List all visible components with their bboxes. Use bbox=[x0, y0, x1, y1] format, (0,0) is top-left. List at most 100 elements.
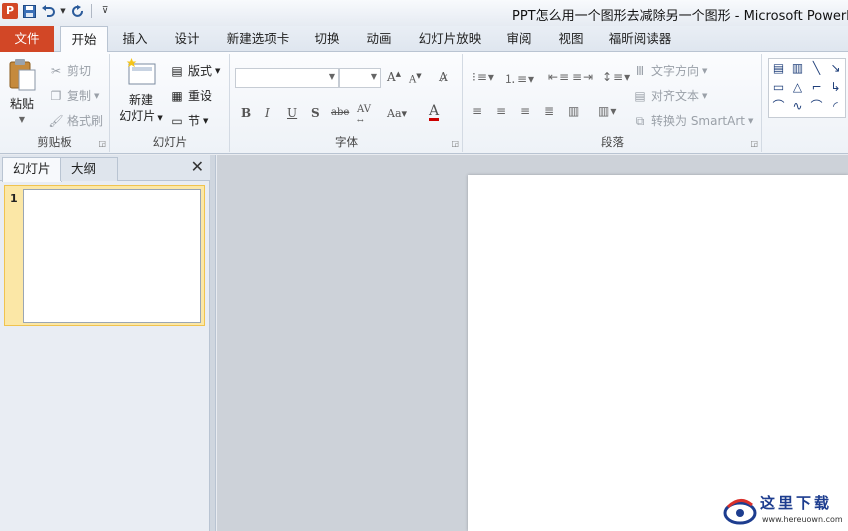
tab-animations[interactable]: 动画 bbox=[358, 26, 400, 52]
tab-review[interactable]: 审阅 bbox=[498, 26, 540, 52]
arc-shape-icon[interactable]: ◜ bbox=[826, 97, 845, 116]
font-size-combo[interactable]: ▼ bbox=[339, 68, 381, 88]
vertical-textbox-shape-icon[interactable]: ▥ bbox=[788, 59, 807, 78]
triangle-shape-icon[interactable]: △ bbox=[788, 78, 807, 97]
paste-button[interactable]: 粘贴 ▼ bbox=[4, 58, 40, 128]
strikethrough-icon[interactable]: abe bbox=[331, 107, 349, 118]
paragraph-launcher-icon[interactable]: ◲ bbox=[750, 139, 758, 148]
clipboard-group: 粘贴 ▼ ✂ 剪切 ❐ 复制 ▼ 🖌 格式刷 剪贴板 ◲ bbox=[0, 54, 110, 152]
paste-icon bbox=[9, 59, 36, 91]
bold-icon[interactable]: B bbox=[241, 106, 251, 120]
change-case-icon[interactable]: Aa▾ bbox=[387, 107, 407, 120]
text-direction-button[interactable]: Ⅲ 文字方向 ▼ bbox=[632, 62, 708, 79]
slide-canvas[interactable] bbox=[468, 175, 848, 531]
layout-label: 版式 bbox=[188, 64, 213, 78]
smartart-icon: ⧉ bbox=[635, 113, 645, 128]
justify-icon[interactable]: ≣ bbox=[544, 104, 555, 118]
line-spacing-icon[interactable]: ↕≡▾ bbox=[602, 70, 631, 84]
tab-home[interactable]: 开始 bbox=[60, 26, 108, 53]
tab-foxit-reader[interactable]: 福昕阅读器 bbox=[604, 26, 676, 52]
numbering-icon[interactable]: ⒈≡▾ bbox=[504, 70, 535, 87]
customize-qat-icon[interactable]: ⊽ bbox=[97, 3, 113, 19]
increase-indent-icon[interactable]: ≡⇥ bbox=[572, 70, 594, 84]
shrink-font-icon[interactable]: A▼ bbox=[409, 72, 422, 85]
freeform-shape-icon[interactable]: ⌒ bbox=[769, 97, 788, 116]
shapes-gallery[interactable]: ▤ ▥ ╲ ↘ ▭ △ ⌐ ↳ ⌒ ∿ ⌒ ◜ bbox=[768, 58, 846, 118]
bullets-icon[interactable]: ⁝≡▾ bbox=[472, 70, 495, 84]
align-right-icon[interactable]: ≡ bbox=[520, 104, 531, 118]
font-launcher-icon[interactable]: ◲ bbox=[451, 139, 459, 148]
panel-tabs: 幻灯片 大纲 ✕ bbox=[0, 155, 210, 182]
format-painter-label: 格式刷 bbox=[67, 114, 104, 128]
slide-thumbnail-selected[interactable]: 1 bbox=[4, 185, 205, 326]
font-group-label: 字体 bbox=[335, 135, 358, 149]
copy-label: 复制 bbox=[67, 89, 92, 103]
layout-button[interactable]: ▤ 版式 ▼ bbox=[169, 62, 220, 79]
tab-slides[interactable]: 幻灯片 bbox=[2, 157, 62, 182]
tab-insert[interactable]: 插入 bbox=[114, 26, 156, 52]
columns-icon[interactable]: ▥▾ bbox=[598, 104, 617, 118]
slide-thumbnail[interactable] bbox=[23, 189, 201, 323]
tab-slideshow[interactable]: 幻灯片放映 bbox=[414, 26, 486, 52]
tab-file[interactable]: 文件 bbox=[0, 26, 54, 52]
tab-view[interactable]: 视图 bbox=[550, 26, 592, 52]
redo-icon[interactable] bbox=[70, 3, 86, 19]
clear-formatting-icon[interactable]: A̷ bbox=[439, 70, 448, 84]
curve-shape-icon[interactable]: ⌒ bbox=[807, 97, 826, 116]
save-icon[interactable] bbox=[21, 3, 37, 19]
format-painter-button[interactable]: 🖌 格式刷 bbox=[48, 112, 103, 129]
italic-icon[interactable]: I bbox=[265, 106, 270, 120]
tab-new-tab[interactable]: 新建选项卡 bbox=[222, 26, 294, 52]
align-text-label: 对齐文本 bbox=[651, 89, 700, 103]
new-slide-label-1: 新建 bbox=[128, 93, 153, 107]
reset-button[interactable]: ▦ 重设 bbox=[169, 87, 212, 104]
cut-button[interactable]: ✂ 剪切 bbox=[48, 62, 91, 79]
slides-group: 新建 幻灯片 ▼ ▤ 版式 ▼ ▦ 重设 ▭ 节 ▼ 幻灯片 bbox=[111, 54, 230, 152]
decrease-indent-icon[interactable]: ⇤≡ bbox=[548, 70, 570, 84]
character-spacing-icon[interactable]: AV ↔ bbox=[357, 104, 371, 126]
font-name-combo[interactable]: ▼ bbox=[235, 68, 339, 88]
reset-icon: ▦ bbox=[171, 88, 183, 103]
new-slide-button[interactable]: 新建 幻灯片 ▼ bbox=[115, 58, 167, 126]
align-text-button[interactable]: ▤ 对齐文本 ▼ bbox=[632, 87, 707, 104]
scribble-shape-icon[interactable]: ∿ bbox=[788, 97, 807, 116]
underline-icon[interactable]: U bbox=[287, 106, 297, 120]
elbow-connector-icon[interactable]: ⌐ bbox=[807, 78, 826, 97]
elbow-arrow-icon[interactable]: ↳ bbox=[826, 78, 845, 97]
undo-dropdown-icon[interactable]: ▼ bbox=[59, 3, 67, 19]
powerpoint-app-icon[interactable]: P bbox=[2, 3, 18, 19]
panel-splitter[interactable] bbox=[210, 155, 216, 531]
cut-label: 剪切 bbox=[67, 64, 92, 78]
line-shape-icon[interactable]: ╲ bbox=[807, 59, 826, 78]
copy-button[interactable]: ❐ 复制 ▼ bbox=[48, 87, 100, 104]
title-bar: P ▼ ⊽ PPT怎么用一个图形去减除另一个图形 - Microsoft Pow… bbox=[0, 0, 848, 26]
align-center-icon[interactable]: ≡ bbox=[496, 104, 507, 118]
rectangle-shape-icon[interactable]: ▭ bbox=[769, 78, 788, 97]
close-icon[interactable]: ✕ bbox=[191, 157, 204, 176]
tab-outline[interactable]: 大纲 bbox=[60, 157, 118, 181]
distributed-icon[interactable]: ▥ bbox=[568, 104, 580, 118]
text-direction-label: 文字方向 bbox=[651, 64, 700, 78]
shadow-icon[interactable]: S bbox=[311, 106, 320, 120]
slides-group-label: 幻灯片 bbox=[152, 135, 188, 149]
new-slide-label-2: 幻灯片 bbox=[119, 109, 156, 123]
tab-transitions[interactable]: 切换 bbox=[306, 26, 348, 52]
font-color-icon[interactable]: A bbox=[429, 104, 440, 121]
slides-panel: 幻灯片 大纲 ✕ 1 bbox=[0, 155, 210, 531]
font-size-dropdown-icon: ▼ bbox=[370, 72, 377, 81]
grow-font-icon[interactable]: A▲ bbox=[387, 70, 401, 84]
clipboard-launcher-icon[interactable]: ◲ bbox=[98, 139, 106, 148]
convert-smartart-button[interactable]: ⧉ 转换为 SmartArt ▼ bbox=[632, 112, 754, 129]
watermark-swirl-icon bbox=[723, 499, 757, 525]
section-icon: ▭ bbox=[171, 113, 183, 128]
scissors-icon: ✂ bbox=[50, 63, 62, 78]
align-left-icon[interactable]: ≡ bbox=[472, 104, 483, 118]
section-button[interactable]: ▭ 节 ▼ bbox=[169, 112, 208, 129]
arrow-shape-icon[interactable]: ↘ bbox=[826, 59, 845, 78]
copy-icon: ❐ bbox=[50, 88, 62, 103]
tab-design[interactable]: 设计 bbox=[166, 26, 208, 52]
watermark-logo: 这里下载 www.hereuown.com bbox=[722, 491, 846, 529]
font-group: ▼ ▼ A▲ A▼ A̷ B I U S abe AV ↔ Aa▾ A 字体 ◲ bbox=[231, 54, 463, 152]
undo-icon[interactable] bbox=[40, 3, 56, 19]
textbox-shape-icon[interactable]: ▤ bbox=[769, 59, 788, 78]
